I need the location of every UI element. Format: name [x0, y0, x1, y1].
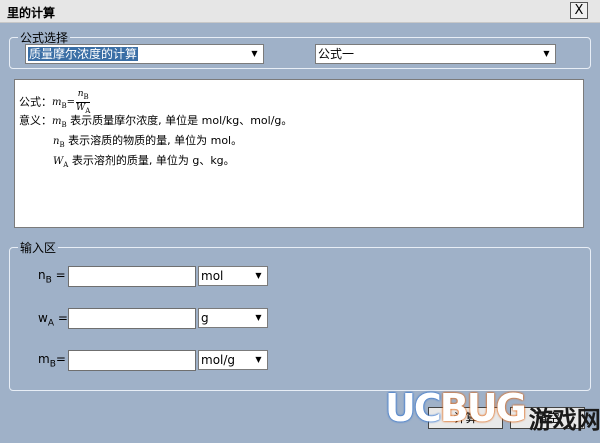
meaning-line: 意义：mB 表示质量摩尔浓度, 单位是 mol/kg、mol/g。 — [19, 112, 292, 129]
window-title: 里的计算 — [7, 6, 56, 20]
meaning-line: WA 表示溶剂的质量, 单位为 g、kg。 — [53, 152, 235, 169]
nb-unit-value: mol — [201, 269, 224, 283]
formula-description[interactable]: 公式：mB= nB WA 意义：mB 表示质量摩尔浓度, 单位是 mol/kg、mo… — [14, 79, 584, 228]
var-eq: = — [54, 311, 68, 325]
watermark-bug: BUG — [439, 386, 527, 430]
close-icon: X — [574, 3, 584, 18]
field-label-wa: wA = — [38, 311, 68, 328]
wa-input[interactable] — [68, 308, 196, 329]
mb-unit-select[interactable]: mol/g ▼ — [198, 350, 268, 370]
wa-unit-select[interactable]: g ▼ — [198, 308, 268, 328]
meaning-text: 表示溶质的物质的量, 单位为 mol。 — [68, 134, 243, 147]
field-label-nb: nB = — [38, 268, 66, 285]
nb-input[interactable] — [68, 266, 196, 287]
formula-eq: = — [66, 97, 76, 109]
mb-unit-value: mol/g — [201, 353, 236, 367]
watermark-uc: UC — [385, 386, 442, 430]
symbol: W — [53, 156, 64, 167]
chevron-down-icon: ▼ — [246, 45, 263, 63]
mb-input[interactable] — [68, 350, 196, 371]
symbol-sub: A — [63, 161, 69, 169]
title-bar: 里的计算 X — [0, 0, 600, 23]
watermark-cn: 游戏网 — [528, 406, 600, 434]
nb-unit-select[interactable]: mol ▼ — [198, 266, 268, 286]
calc-type-select-value: 质量摩尔浓度的计算 — [28, 47, 139, 61]
var-eq: = — [55, 352, 66, 366]
chevron-down-icon: ▼ — [250, 267, 267, 285]
chevron-down-icon: ▼ — [538, 45, 555, 63]
meaning-text: 表示质量摩尔浓度, 单位是 mol/kg、mol/g。 — [70, 114, 293, 127]
meaning-text: 表示溶剂的质量, 单位为 g、kg。 — [71, 154, 235, 167]
watermark-logo: UCBUG 游戏网 — [385, 386, 600, 434]
chevron-down-icon: ▼ — [250, 351, 267, 369]
var-symbol: m — [38, 352, 50, 366]
field-label-mb: mB= — [38, 352, 66, 369]
formula-prefix: 公式： — [19, 95, 52, 109]
symbol-sub: B — [61, 121, 67, 129]
symbol-sub: B — [59, 141, 65, 149]
wa-unit-value: g — [201, 311, 209, 325]
meaning-label: 意义： — [19, 114, 52, 127]
formula-select[interactable]: 公式一 ▼ — [315, 44, 556, 64]
var-eq: = — [51, 268, 66, 282]
input-group-label: 输入区 — [18, 239, 59, 256]
meaning-line: nB 表示溶质的物质的量, 单位为 mol。 — [53, 132, 242, 149]
formula-select-value: 公式一 — [318, 47, 355, 61]
chevron-down-icon: ▼ — [250, 309, 267, 327]
calc-type-select[interactable]: 质量摩尔浓度的计算 ▼ — [25, 44, 264, 64]
close-button[interactable]: X — [570, 2, 588, 19]
formula-numerator-sub: B — [83, 92, 89, 101]
var-symbol: w — [38, 311, 48, 325]
var-symbol: n — [38, 268, 46, 282]
